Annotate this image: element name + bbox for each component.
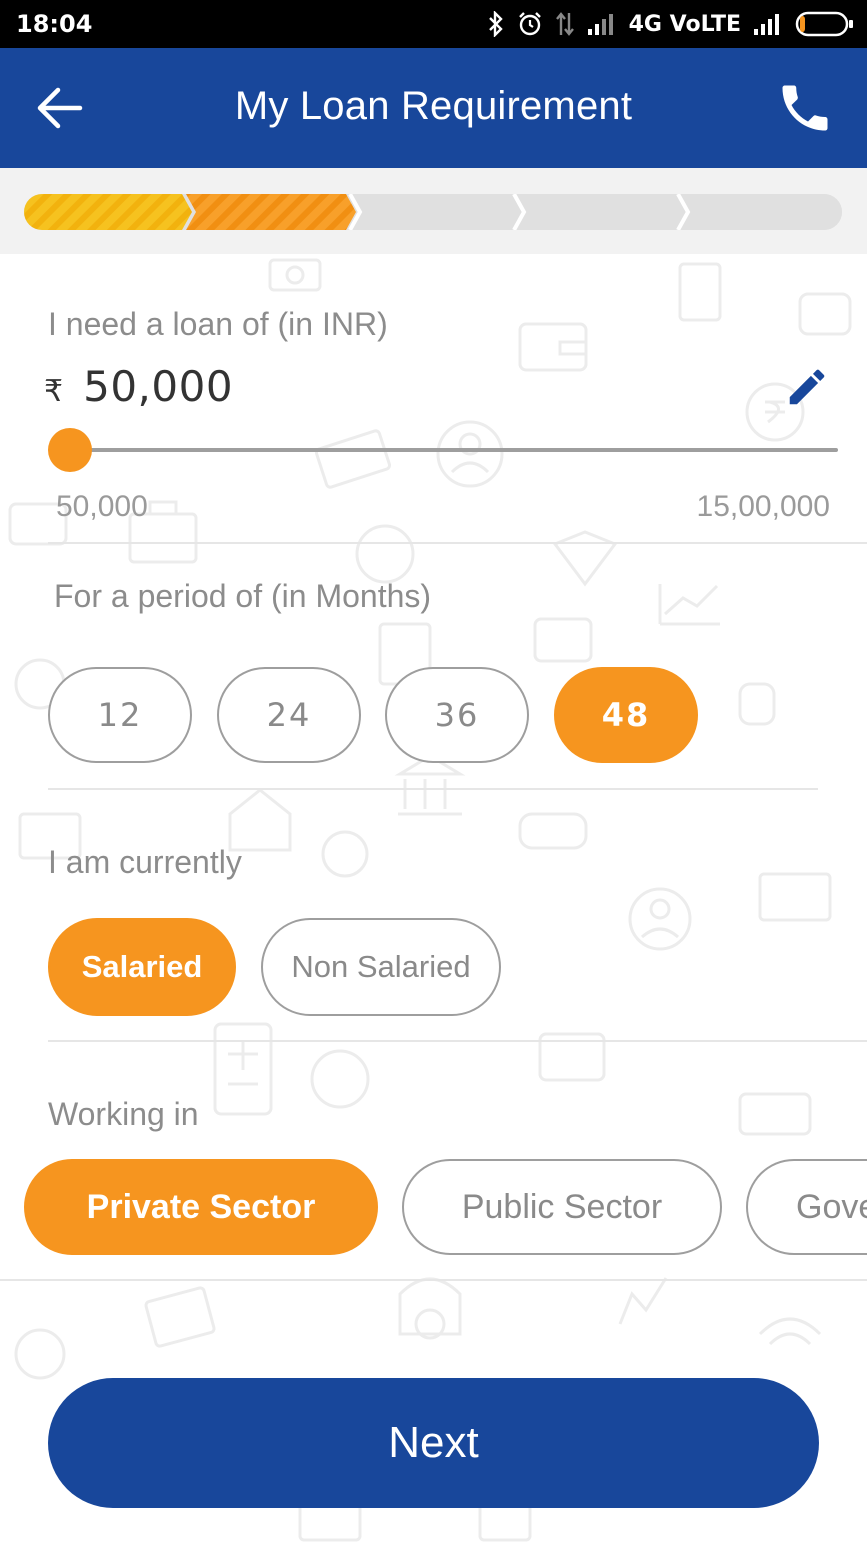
- network-label: 4G VoLTE: [628, 11, 741, 37]
- sector-option-private[interactable]: Private Sector: [24, 1159, 378, 1255]
- app-bar: My Loan Requirement: [0, 48, 867, 168]
- signal-icon: [587, 14, 613, 35]
- period-option-48[interactable]: 48: [554, 667, 698, 763]
- page-title: My Loan Requirement: [234, 84, 633, 128]
- period-label: For a period of (in Months): [54, 578, 432, 614]
- loan-amount-slider-track[interactable]: [70, 448, 838, 452]
- progress-stepper: [0, 168, 867, 254]
- back-button[interactable]: [30, 78, 90, 138]
- battery-icon: [795, 11, 853, 37]
- progress-step-1: [24, 194, 192, 230]
- loan-min-label: 50,000: [56, 490, 148, 523]
- sector-label: Working in: [48, 1096, 199, 1132]
- edit-amount-button[interactable]: [784, 364, 830, 410]
- rupee-icon: ₹: [44, 374, 64, 409]
- pencil-icon: [789, 369, 825, 405]
- progress-bar: [24, 194, 842, 230]
- sector-option-government[interactable]: Gove: [746, 1159, 867, 1255]
- next-button[interactable]: Next: [48, 1378, 819, 1508]
- loan-amount-value: 50,000: [83, 362, 234, 411]
- status-icons: 4G VoLTE: [487, 8, 855, 40]
- phone-icon: [782, 85, 828, 131]
- employment-label: I am currently: [48, 844, 242, 880]
- status-bar: 18:04 4G VoLTE: [0, 0, 867, 48]
- sector-option-public[interactable]: Public Sector: [402, 1159, 722, 1255]
- loan-amount-display: ₹ 50,000: [44, 362, 233, 411]
- period-option-24[interactable]: 24: [217, 667, 361, 763]
- data-transfer-icon: [555, 12, 574, 36]
- arrow-left-icon: [37, 87, 83, 129]
- employment-option-non-salaried[interactable]: Non Salaried: [261, 918, 501, 1016]
- signal-icon: [754, 14, 779, 35]
- loan-amount-slider-thumb[interactable]: [48, 428, 92, 472]
- call-button[interactable]: [775, 78, 835, 138]
- divider: [48, 542, 867, 544]
- employment-option-salaried[interactable]: Salaried: [48, 918, 236, 1016]
- bluetooth-icon: [488, 11, 503, 37]
- loan-amount-label: I need a loan of (in INR): [48, 306, 388, 342]
- period-option-36[interactable]: 36: [385, 667, 529, 763]
- period-option-12[interactable]: 12: [48, 667, 192, 763]
- divider: [48, 788, 818, 790]
- progress-step-2: [186, 194, 356, 230]
- status-time: 18:04: [16, 10, 93, 38]
- divider: [0, 1279, 867, 1281]
- loan-max-label: 15,00,000: [696, 490, 830, 523]
- loan-form: I need a loan of (in INR) ₹ 50,000 50,00…: [0, 254, 867, 1542]
- divider: [48, 1040, 867, 1042]
- alarm-icon: [518, 12, 541, 36]
